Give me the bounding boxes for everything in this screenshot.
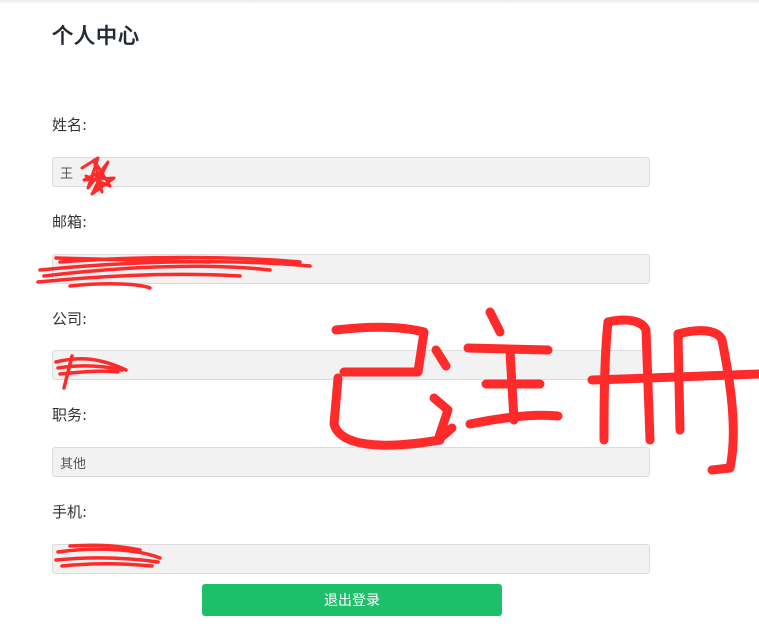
position-field[interactable]	[52, 447, 650, 477]
email-label: 邮箱:	[52, 213, 88, 231]
position-label: 职务:	[52, 406, 88, 424]
company-field[interactable]	[52, 350, 650, 380]
profile-page: 个人中心 姓名: 邮箱: 公司: 职务: 手机: 退出登录	[0, 0, 759, 639]
email-field[interactable]	[52, 254, 650, 284]
name-field[interactable]	[52, 157, 650, 187]
logout-button[interactable]: 退出登录	[202, 584, 502, 616]
stamp-char-yi	[329, 322, 445, 450]
company-label: 公司:	[52, 310, 88, 328]
page-title: 个人中心	[52, 24, 140, 48]
name-label: 姓名:	[52, 116, 88, 134]
phone-label: 手机:	[52, 503, 88, 521]
phone-field[interactable]	[52, 544, 650, 574]
header-shadow	[0, 0, 759, 4]
